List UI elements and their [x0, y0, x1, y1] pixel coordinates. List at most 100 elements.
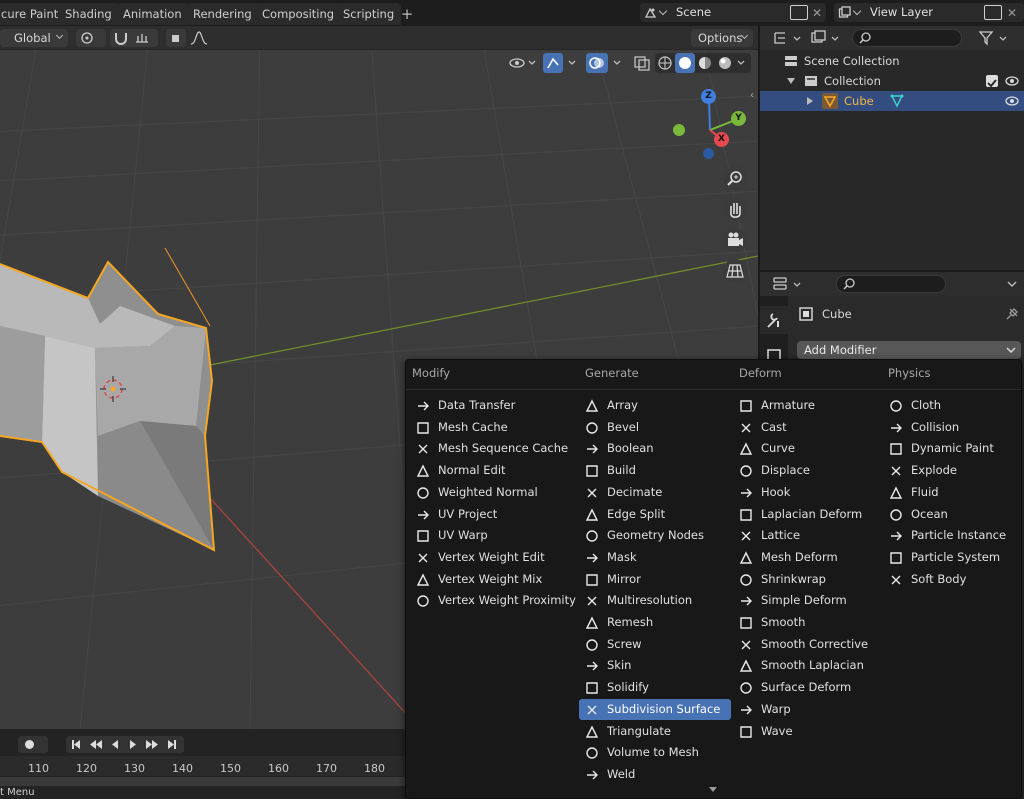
outliner-row-collection[interactable]: Collection — [760, 71, 1024, 91]
menu-item-mirror[interactable]: Mirror — [579, 569, 731, 590]
cube-mesh[interactable] — [0, 260, 216, 552]
eye-icon[interactable] — [1004, 74, 1020, 88]
camera-view-button[interactable] — [723, 228, 747, 252]
menu-item-mesh-deform[interactable]: Mesh Deform — [733, 547, 885, 568]
pin-icon[interactable] — [1005, 307, 1019, 321]
menu-item-array[interactable]: Array — [579, 395, 731, 416]
add-workspace-button[interactable]: + — [397, 3, 417, 25]
expand-arrow-icon[interactable] — [787, 78, 795, 84]
snap-dropdown[interactable] — [110, 29, 158, 47]
menu-item-lattice[interactable]: Lattice — [733, 525, 885, 546]
visibility-dropdown[interactable] — [507, 53, 537, 73]
zoom-button[interactable] — [723, 166, 747, 190]
expand-arrow-icon[interactable] — [807, 97, 813, 105]
menu-item-build[interactable]: Build — [579, 460, 731, 481]
workspace-tab-shading[interactable]: Shading — [58, 3, 119, 25]
display-mode-icon[interactable] — [772, 29, 808, 49]
menu-item-vertex-weight-mix[interactable]: Vertex Weight Mix — [410, 569, 562, 590]
menu-item-decimate[interactable]: Decimate — [579, 482, 731, 503]
gizmo-x-axis[interactable]: X — [714, 132, 729, 147]
gizmo-z-axis[interactable]: Z — [701, 89, 716, 104]
gizmo-neg-z-axis[interactable] — [703, 148, 714, 159]
menu-item-ocean[interactable]: Ocean — [883, 504, 1024, 525]
new-scene-icon[interactable] — [790, 5, 808, 20]
menu-item-vertex-weight-proximity[interactable]: Vertex Weight Proximity — [410, 590, 576, 611]
menu-item-warp[interactable]: Warp — [733, 699, 885, 720]
menu-item-remesh[interactable]: Remesh — [579, 612, 731, 633]
menu-item-data-transfer[interactable]: Data Transfer — [410, 395, 562, 416]
workspace-tab[interactable]: cure Paint — [0, 3, 66, 25]
menu-item-edge-split[interactable]: Edge Split — [579, 504, 731, 525]
keying-dropdown[interactable] — [18, 736, 48, 753]
menu-item-weld[interactable]: Weld — [579, 764, 731, 785]
gizmo-toggle[interactable] — [543, 53, 579, 73]
menu-item-geometry-nodes[interactable]: Geometry Nodes — [579, 525, 731, 546]
menu-item-smooth-laplacian[interactable]: Smooth Laplacian — [733, 655, 885, 676]
menu-item-laplacian-deform[interactable]: Laplacian Deform — [733, 504, 885, 525]
menu-item-bevel[interactable]: Bevel — [579, 417, 731, 438]
gizmo-neg-y-axis[interactable] — [673, 124, 685, 136]
filter-icon[interactable] — [978, 29, 1014, 49]
menu-item-fluid[interactable]: Fluid — [883, 482, 1024, 503]
add-modifier-dropdown[interactable]: Add Modifier — [797, 341, 1021, 359]
menu-item-mask[interactable]: Mask — [579, 547, 731, 568]
menu-item-uv-warp[interactable]: UV Warp — [410, 525, 562, 546]
close-icon[interactable]: ✕ — [1007, 4, 1017, 23]
menu-item-smooth[interactable]: Smooth — [733, 612, 885, 633]
chevron-down-icon[interactable] — [1005, 277, 1019, 291]
properties-search-input[interactable] — [836, 275, 946, 293]
gizmo-y-axis[interactable]: Y — [731, 111, 746, 126]
transform-pivot-dropdown[interactable] — [76, 29, 106, 47]
menu-item-skin[interactable]: Skin — [579, 655, 731, 676]
menu-item-displace[interactable]: Displace — [733, 460, 885, 481]
menu-item-cloth[interactable]: Cloth — [883, 395, 1024, 416]
outliner-search-input[interactable] — [852, 29, 962, 47]
workspace-tab-compositing[interactable]: Compositing — [255, 3, 342, 25]
menu-item-dynamic-paint[interactable]: Dynamic Paint — [883, 438, 1024, 459]
menu-item-collision[interactable]: Collision — [883, 417, 1024, 438]
new-view-layer-icon[interactable] — [984, 5, 1002, 20]
menu-item-boolean[interactable]: Boolean — [579, 438, 731, 459]
menu-item-weighted-normal[interactable]: Weighted Normal — [410, 482, 562, 503]
pan-button[interactable] — [723, 197, 747, 221]
menu-item-normal-edit[interactable]: Normal Edit — [410, 460, 562, 481]
outliner-row-cube[interactable]: Cube — [760, 91, 1024, 111]
scroll-down-arrow-icon[interactable] — [709, 787, 717, 792]
close-icon[interactable]: ✕ — [812, 4, 822, 23]
overlays-toggle[interactable] — [586, 53, 626, 73]
menu-item-screw[interactable]: Screw — [579, 634, 731, 655]
transform-orientation-dropdown[interactable]: Global — [0, 29, 68, 47]
menu-item-mesh-sequence-cache[interactable]: Mesh Sequence Cache — [410, 438, 568, 459]
menu-item-vertex-weight-edit[interactable]: Vertex Weight Edit — [410, 547, 562, 568]
menu-item-particle-instance[interactable]: Particle Instance — [883, 525, 1024, 546]
workspace-tab-scripting[interactable]: Scripting — [336, 3, 402, 25]
workspace-tab-animation[interactable]: Animation — [116, 3, 189, 25]
menu-item-wave[interactable]: Wave — [733, 721, 885, 742]
menu-item-uv-project[interactable]: UV Project — [410, 504, 562, 525]
menu-item-mesh-cache[interactable]: Mesh Cache — [410, 417, 562, 438]
filter-collection-icon[interactable] — [810, 29, 846, 49]
eye-icon[interactable] — [1004, 94, 1020, 108]
menu-item-solidify[interactable]: Solidify — [579, 677, 731, 698]
editor-type-icon[interactable] — [772, 275, 808, 295]
menu-item-explode[interactable]: Explode — [883, 460, 1024, 481]
frame-ruler[interactable] — [0, 756, 406, 776]
menu-item-particle-system[interactable]: Particle System — [883, 547, 1024, 568]
menu-item-curve[interactable]: Curve — [733, 438, 885, 459]
timeline-scrollbar[interactable] — [0, 777, 406, 786]
falloff-dropdown[interactable] — [188, 29, 214, 47]
menu-item-volume-to-mesh[interactable]: Volume to Mesh — [579, 742, 731, 763]
navigation-gizmo[interactable]: Z Y X — [670, 86, 750, 166]
menu-item-simple-deform[interactable]: Simple Deform — [733, 590, 885, 611]
options-dropdown[interactable]: Options — [691, 29, 753, 47]
perspective-toggle-button[interactable] — [723, 259, 747, 283]
menu-item-hook[interactable]: Hook — [733, 482, 885, 503]
menu-item-armature[interactable]: Armature — [733, 395, 885, 416]
exclude-checkbox[interactable] — [986, 75, 998, 88]
menu-item-cast[interactable]: Cast — [733, 417, 885, 438]
menu-item-subdivision-surface[interactable]: Subdivision Surface — [579, 699, 731, 720]
menu-item-smooth-corrective[interactable]: Smooth Corrective — [733, 634, 885, 655]
outliner-row-scene-collection[interactable]: Scene Collection — [760, 51, 1024, 71]
sidebar-toggle-icon[interactable]: ‹ — [750, 90, 758, 104]
view-layer-selector[interactable]: View Layer ✕ — [834, 3, 1024, 22]
